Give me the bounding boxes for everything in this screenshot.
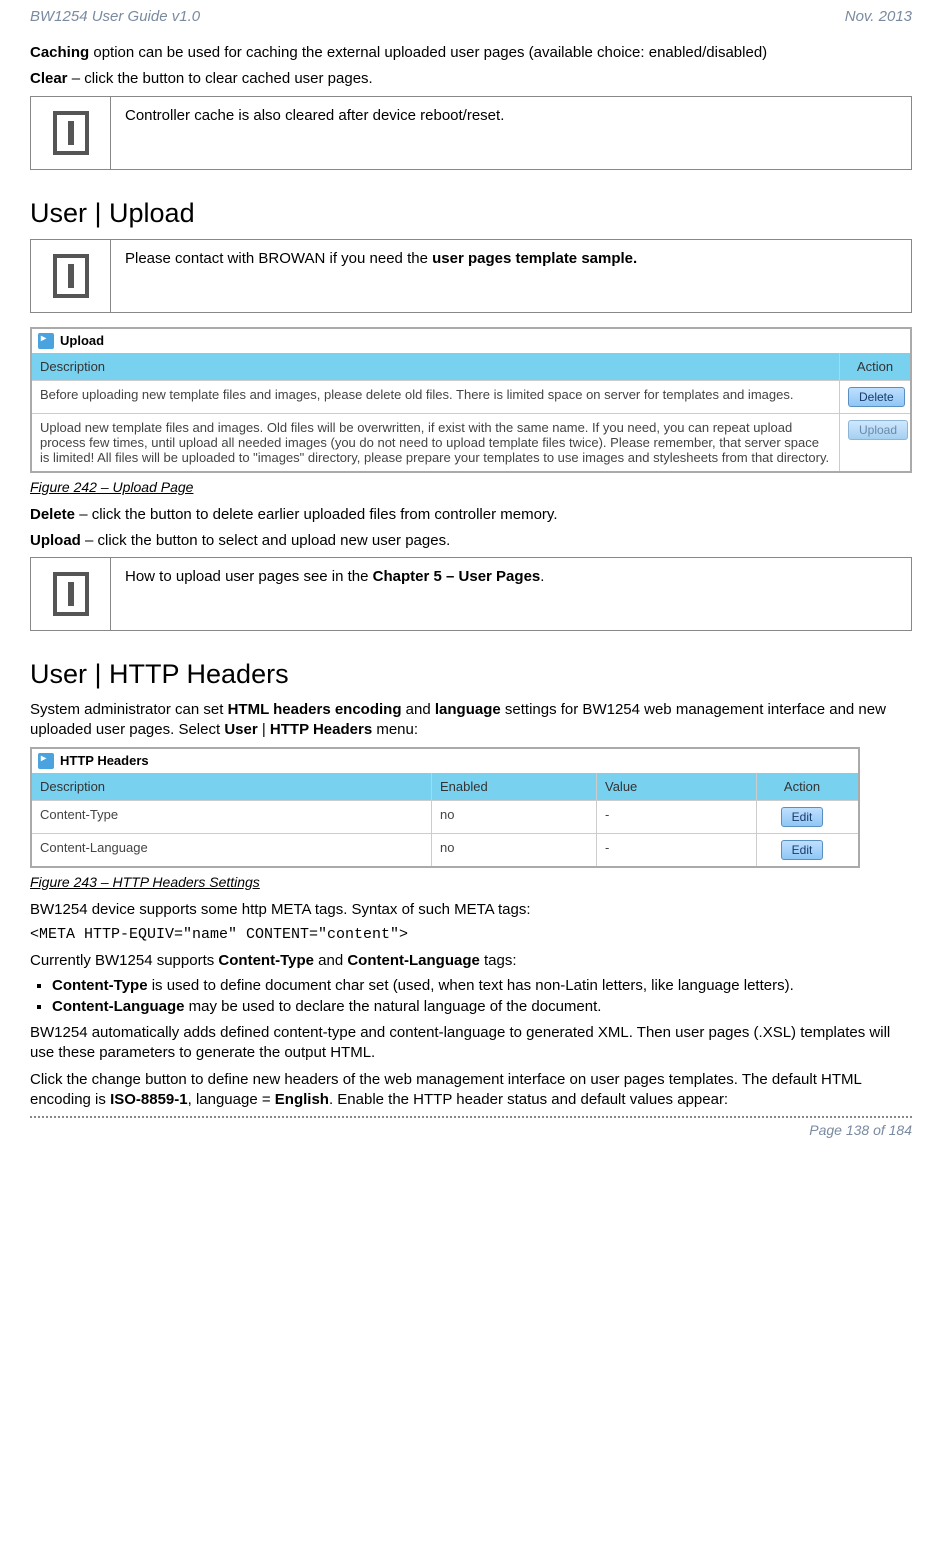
- edit-button[interactable]: Edit: [781, 840, 824, 860]
- cell-description: Before uploading new template files and …: [32, 381, 840, 413]
- info-text: Please contact with BROWAN if you need t…: [111, 239, 912, 312]
- upload-panel: Upload Description Action Before uploadi…: [30, 327, 912, 473]
- panel-title-row: HTTP Headers: [32, 749, 858, 773]
- table-header-row: Description Enabled Value Action: [32, 773, 858, 800]
- table-header-row: Description Action: [32, 353, 910, 380]
- code-meta: <META HTTP-EQUIV="name" CONTENT="content…: [30, 926, 912, 943]
- cell-description: Upload new template files and images. Ol…: [32, 414, 840, 471]
- paragraph-caching: Caching option can be used for caching t…: [30, 43, 912, 63]
- doc-date: Nov. 2013: [845, 8, 912, 25]
- info-box-cache: Controller cache is also cleared after d…: [30, 96, 912, 170]
- list-item: Content-Language may be used to declare …: [52, 998, 912, 1015]
- info-icon: [53, 111, 89, 155]
- table-row: Upload new template files and images. Ol…: [32, 413, 910, 471]
- page-header: BW1254 User Guide v1.0 Nov. 2013: [30, 0, 912, 43]
- col-value: Value: [597, 773, 757, 800]
- upload-button[interactable]: Upload: [848, 420, 908, 440]
- heading-user-upload: User | Upload: [30, 198, 912, 229]
- paragraph-supports: Currently BW1254 supports Content-Type a…: [30, 951, 912, 971]
- content-tags-list: Content-Type is used to define document …: [52, 977, 912, 1015]
- panel-title-row: Upload: [32, 329, 910, 353]
- paragraph-auto: BW1254 automatically adds defined conten…: [30, 1023, 912, 1064]
- info-box-chapter5: How to upload user pages see in the Chap…: [30, 557, 912, 631]
- http-headers-panel: HTTP Headers Description Enabled Value A…: [30, 747, 860, 868]
- info-box-template: Please contact with BROWAN if you need t…: [30, 239, 912, 313]
- panel-icon: [38, 333, 54, 349]
- col-action: Action: [757, 773, 847, 800]
- doc-title: BW1254 User Guide v1.0: [30, 8, 200, 25]
- table-row: Content-Language no - Edit: [32, 833, 858, 866]
- panel-icon: [38, 753, 54, 769]
- info-text: Controller cache is also cleared after d…: [111, 96, 912, 169]
- delete-button[interactable]: Delete: [848, 387, 905, 407]
- figure-caption: Figure 242 – Upload Page: [30, 479, 912, 495]
- page-number: Page 138 of 184: [809, 1122, 912, 1138]
- table-row: Before uploading new template files and …: [32, 380, 910, 413]
- cell-description: Content-Language: [32, 834, 432, 866]
- cell-value: -: [597, 801, 757, 833]
- paragraph-http-intro: System administrator can set HTML header…: [30, 700, 912, 741]
- col-action: Action: [840, 353, 910, 380]
- paragraph-meta: BW1254 device supports some http META ta…: [30, 900, 912, 920]
- paragraph-last: Click the change button to define new he…: [30, 1070, 912, 1111]
- paragraph-delete: Delete – click the button to delete earl…: [30, 505, 912, 525]
- col-description: Description: [32, 773, 432, 800]
- cell-description: Content-Type: [32, 801, 432, 833]
- list-item: Content-Type is used to define document …: [52, 977, 912, 994]
- info-icon: [53, 254, 89, 298]
- figure-caption: Figure 243 – HTTP Headers Settings: [30, 874, 912, 890]
- panel-title: Upload: [60, 333, 104, 348]
- info-text: How to upload user pages see in the Chap…: [111, 558, 912, 631]
- page-footer: Page 138 of 184: [30, 1116, 912, 1152]
- cell-enabled: no: [432, 834, 597, 866]
- cell-value: -: [597, 834, 757, 866]
- cell-enabled: no: [432, 801, 597, 833]
- paragraph-upload: Upload – click the button to select and …: [30, 531, 912, 551]
- col-enabled: Enabled: [432, 773, 597, 800]
- table-row: Content-Type no - Edit: [32, 800, 858, 833]
- info-icon: [53, 572, 89, 616]
- heading-http-headers: User | HTTP Headers: [30, 659, 912, 690]
- col-description: Description: [32, 353, 840, 380]
- panel-title: HTTP Headers: [60, 753, 149, 768]
- edit-button[interactable]: Edit: [781, 807, 824, 827]
- paragraph-clear: Clear – click the button to clear cached…: [30, 69, 912, 89]
